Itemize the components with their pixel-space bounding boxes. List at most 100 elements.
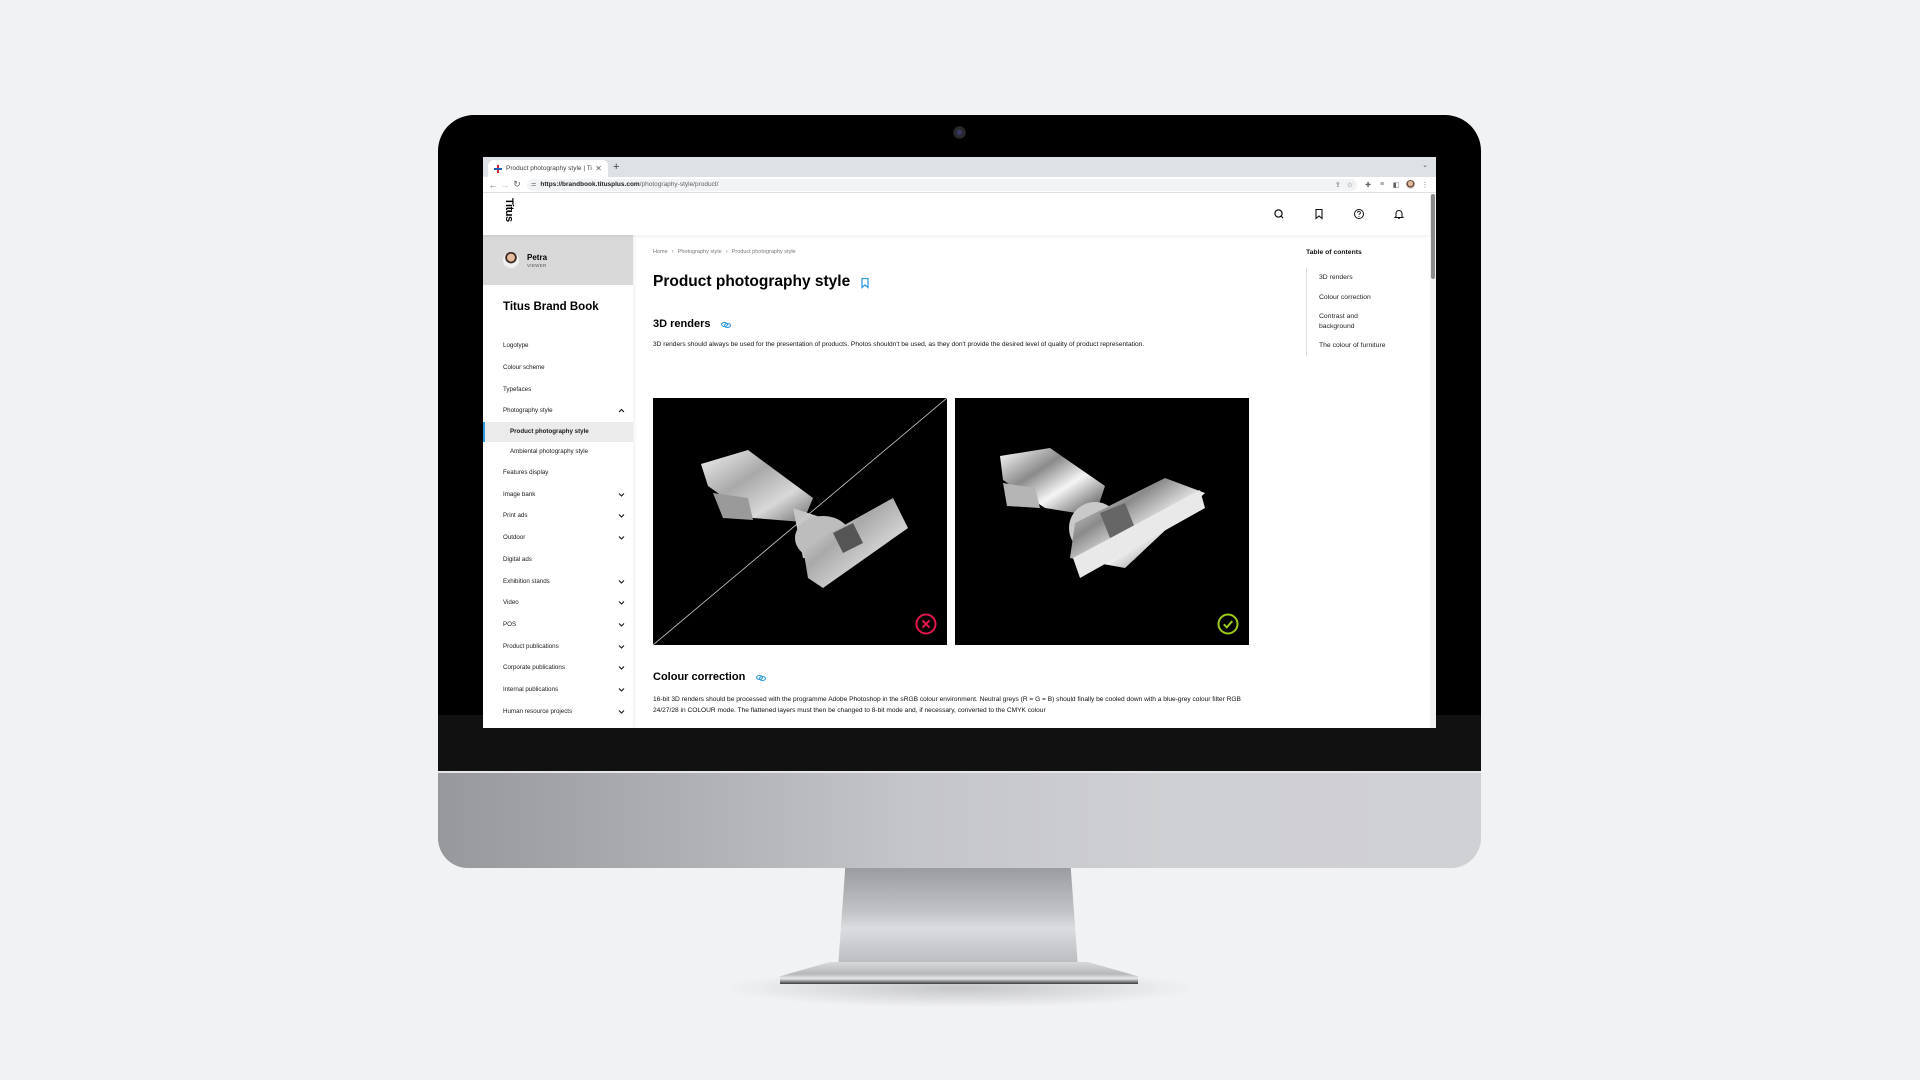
sidebar-item[interactable]: Product photography style (483, 421, 633, 442)
bookmark-page-icon[interactable] (860, 276, 870, 289)
forward-arrow-icon[interactable]: → (499, 180, 511, 190)
photo-incorrect-image (653, 398, 947, 645)
sidebar-item-label: Ambiental photography style (510, 448, 589, 456)
page-title-text: Product photography style (653, 273, 851, 290)
chevron-down-icon[interactable] (618, 621, 625, 628)
section-heading: Colour correction (653, 671, 1253, 683)
sidebar: Petra VIEWER Titus Brand Book Logotype Co… (483, 235, 633, 728)
sidebar-item[interactable]: Product publications (483, 635, 633, 657)
side-panel-icon[interactable]: ◧ (1389, 181, 1403, 189)
section-heading-text: 3D renders (653, 318, 711, 330)
breadcrumb: Home › Photography style › Product photo… (653, 249, 1253, 255)
breadcrumb-home[interactable]: Home (653, 249, 668, 255)
webcam-icon (953, 126, 966, 139)
breadcrumb-current: Product photography style (731, 249, 796, 255)
sidebar-item[interactable]: Logotype (483, 335, 633, 357)
sidebar-item[interactable]: Image bank (483, 483, 633, 505)
site-header: Titus (483, 194, 1430, 235)
sidebar-item-label: Image bank (503, 490, 536, 498)
chevron-down-icon[interactable] (618, 599, 625, 606)
reload-icon[interactable]: ↻ (511, 179, 523, 190)
copy-link-icon[interactable] (720, 320, 732, 329)
sidebar-item[interactable]: Outdoor (483, 527, 633, 549)
star-icon[interactable]: ☆ (1347, 181, 1353, 189)
render-correct-image (955, 398, 1249, 645)
sidebar-item[interactable]: Typefaces (483, 378, 633, 400)
address-bar[interactable]: ⚌ https://brandbook.titusplus.com/photog… (527, 178, 1357, 191)
sidebar-item-label: Typefaces (503, 385, 532, 393)
chevron-down-icon[interactable] (618, 491, 625, 498)
sidebar-item[interactable]: Human resource projects (483, 700, 633, 722)
toc-item[interactable]: Colour correction (1319, 288, 1421, 308)
sidebar-item[interactable]: Digital ads (483, 549, 633, 571)
sidebar-item[interactable]: Internal publications (483, 679, 633, 701)
breadcrumb-photography-style[interactable]: Photography style (678, 249, 722, 255)
section-colour-correction: Colour correction 16-bit 3D renders shou… (653, 671, 1253, 716)
section-paragraph: 16-bit 3D renders should be processed wi… (653, 696, 1241, 714)
browser-menu-icon[interactable]: ⋮ (1418, 181, 1432, 189)
share-icon[interactable]: ⇪ (1335, 181, 1341, 189)
bookmark-icon[interactable] (1313, 207, 1325, 220)
toc-item[interactable]: The colour of furniture (1319, 336, 1421, 356)
sidebar-item-label: Product photography style (510, 428, 589, 436)
sidebar-title: Titus Brand Book (503, 301, 599, 313)
sidebar-nav: Logotype Colour scheme Typefaces Photograph… (483, 335, 633, 722)
reading-list-icon[interactable]: ≡ (1375, 181, 1389, 188)
chevron-down-icon[interactable] (618, 578, 625, 585)
sidebar-item-label: Video (503, 599, 519, 607)
chevron-down-icon[interactable] (618, 534, 625, 541)
tab-strip: Product photography style | Ti ✕ + ⌄ (483, 157, 1436, 177)
chevron-up-icon[interactable] (618, 407, 625, 414)
toc-item[interactable]: 3D renders (1319, 268, 1421, 288)
chevron-down-icon[interactable] (618, 708, 625, 715)
page-title: Product photography style (653, 273, 1253, 291)
section-3d-renders: 3D renders 3D renders should always be u… (653, 318, 1253, 645)
copy-link-icon[interactable] (755, 673, 767, 682)
sidebar-item[interactable]: Ambiental photography style (483, 442, 633, 462)
page-scrollbar[interactable] (1430, 194, 1436, 728)
sidebar-item-label: POS (503, 620, 517, 628)
help-icon[interactable] (1353, 207, 1365, 219)
sidebar-item-label: Features display (503, 469, 549, 477)
toc-title: Table of contents (1306, 249, 1362, 256)
incorrect-x-icon (915, 613, 937, 635)
sidebar-item[interactable]: Photography style (483, 400, 633, 422)
breadcrumb-separator-icon: › (671, 249, 674, 255)
hinge-render-graphic (1000, 448, 1205, 578)
sidebar-item[interactable]: Print ads (483, 505, 633, 527)
sidebar-item-label: Product publications (503, 642, 559, 650)
new-tab-button[interactable]: + (613, 160, 619, 174)
user-panel[interactable]: Petra VIEWER (483, 235, 633, 285)
back-arrow-icon[interactable]: ← (487, 180, 499, 190)
url-text: https://brandbook.titusplus.com/photogra… (540, 181, 718, 188)
sidebar-item[interactable]: Features display (483, 462, 633, 484)
avatar (503, 252, 519, 268)
url-domain: https://brandbook.titusplus.com (540, 181, 640, 188)
scrollbar-thumb[interactable] (1431, 194, 1435, 279)
site-settings-icon[interactable]: ⚌ (531, 181, 536, 188)
chevron-down-icon[interactable] (618, 512, 625, 519)
bell-icon[interactable] (1393, 207, 1405, 219)
sidebar-item[interactable]: Video (483, 592, 633, 614)
search-icon[interactable] (1273, 207, 1285, 219)
sidebar-item[interactable]: Colour scheme (483, 357, 633, 379)
section-heading-text: Colour correction (653, 671, 746, 683)
sidebar-item-label: Print ads (503, 512, 528, 520)
sidebar-item[interactable]: Exhibition stands (483, 570, 633, 592)
browser-tab-active[interactable]: Product photography style | Ti ✕ (488, 160, 608, 177)
sidebar-item[interactable]: Corporate publications (483, 657, 633, 679)
close-tab-icon[interactable]: ✕ (595, 164, 602, 173)
profile-avatar[interactable] (1406, 180, 1415, 189)
toc-item[interactable]: Contrast and background (1319, 307, 1389, 336)
tab-search-chevron-icon[interactable]: ⌄ (1422, 161, 1428, 169)
sidebar-item[interactable]: POS (483, 614, 633, 636)
chevron-down-icon[interactable] (618, 686, 625, 693)
section-heading: 3D renders (653, 318, 1253, 330)
url-path: /photography-style/product/ (639, 181, 719, 188)
breadcrumb-separator-icon: › (725, 249, 728, 255)
chevron-down-icon[interactable] (618, 664, 625, 671)
chevron-down-icon[interactable] (618, 643, 625, 650)
sidebar-item-label: Outdoor (503, 534, 526, 542)
titus-logo[interactable]: Titus (503, 198, 515, 228)
extensions-puzzle-icon[interactable]: ✚ (1361, 181, 1375, 189)
